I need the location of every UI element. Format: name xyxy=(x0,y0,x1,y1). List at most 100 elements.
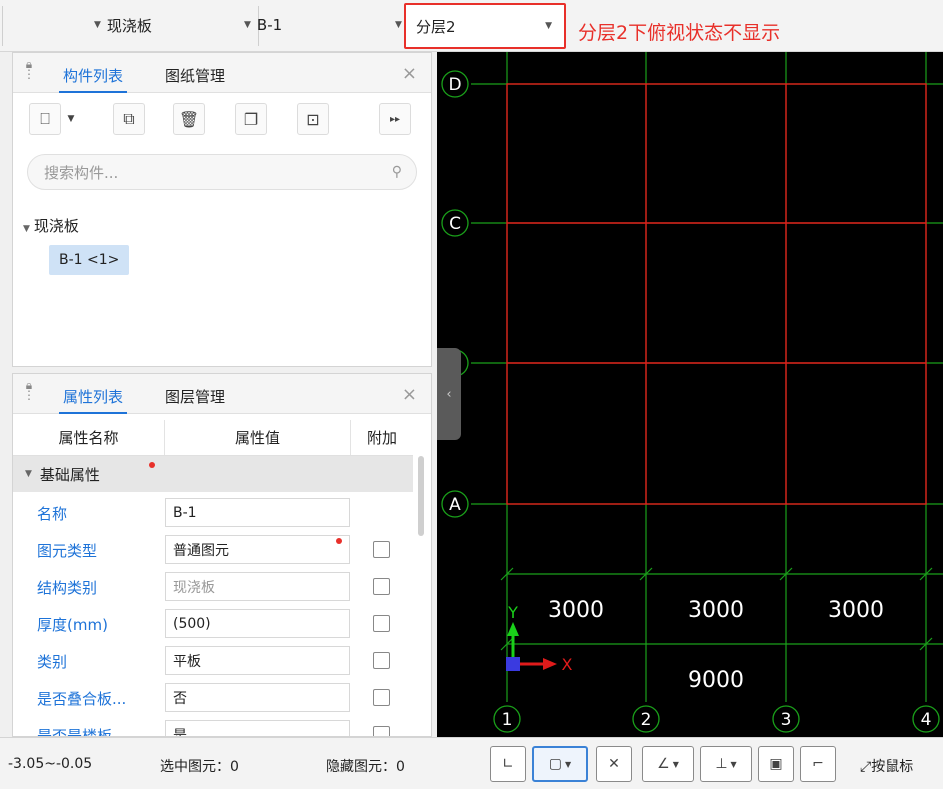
property-value-input[interactable]: 普通图元 xyxy=(165,535,350,564)
dynamic-input-icon[interactable]: ▣ xyxy=(758,746,794,782)
property-table-header: 属性名称 属性值 附加 xyxy=(13,420,413,456)
grid-drawing: D C B A 1 2 3 4 3000 3000 3000 9000 xyxy=(441,52,943,733)
search-input[interactable]: 搜索构件... ⚲ xyxy=(27,154,417,190)
snap-icon[interactable]: ▢ ▼ xyxy=(532,746,588,782)
slab-outline xyxy=(506,83,927,505)
hidden-count: 隐藏图元：0 xyxy=(326,759,405,775)
ucs-x-label: X xyxy=(562,655,573,674)
dimension-text: 3000 xyxy=(548,598,604,623)
chevron-down-icon: ▼ xyxy=(94,20,101,30)
ucs-y-label: Y xyxy=(507,603,518,622)
ortho-icon[interactable]: ∟ xyxy=(490,746,526,782)
toolbar-divider xyxy=(2,6,3,46)
axis-label-2: 2 xyxy=(641,710,652,730)
status-bar: -3.05~-0.05 选中图元：0 隐藏图元：0 ∟ ▢ ▼ ✕ ∠ ▼ ⊥ ▼ ▣… xyxy=(0,737,943,789)
component-toolbar: ⎕ ▼ ⧉ 🗑︎ ❐ ⊡ ▸▸ xyxy=(13,103,433,139)
component-list-panel: 🔒︎ ⋮ 构件列表 图纸管理 × ⎕ ▼ ⧉ 🗑︎ ❐ ⊡ ▸▸ 搜索构件... … xyxy=(12,52,432,367)
type-combo-value: 现浇板 xyxy=(106,16,152,35)
property-name: 名称 xyxy=(37,505,68,523)
expand-icon: ⤢ xyxy=(860,759,872,775)
copy-icon[interactable]: ⧉ xyxy=(113,103,145,135)
extra-checkbox[interactable] xyxy=(373,726,390,736)
axis-label-3: 3 xyxy=(781,710,792,730)
close-icon[interactable]: × xyxy=(402,384,417,405)
search-placeholder: 搜索构件... xyxy=(44,163,119,182)
property-name: 类别 xyxy=(37,653,68,671)
chevron-down-icon: ▼ xyxy=(23,224,30,234)
layer-combo[interactable]: 分层2 ▼ xyxy=(404,3,566,49)
property-value-input[interactable]: 是 xyxy=(165,720,350,736)
search-icon: ⚲ xyxy=(391,164,402,180)
dimension-text: 3000 xyxy=(828,598,884,623)
copy-to-layer-icon[interactable]: ❐ xyxy=(235,103,267,135)
chevron-down-icon: ▼ xyxy=(25,469,32,479)
name-combo[interactable]: ▼ B-1 xyxy=(244,8,394,42)
name-combo-value: B-1 xyxy=(256,16,283,34)
drawing-canvas[interactable]: D C B A 1 2 3 4 3000 3000 3000 9000 xyxy=(437,52,943,737)
property-list-panel: 🔒︎ ⋮ 属性列表 图层管理 × 属性名称 属性值 附加 ▼ 基础属性 名称 B-… xyxy=(12,373,432,737)
header-property-value: 属性值 xyxy=(165,420,351,455)
tab-component-list[interactable]: 构件列表 xyxy=(58,65,128,93)
property-value-input[interactable]: 现浇板 xyxy=(165,572,350,601)
tab-drawing-management[interactable]: 图纸管理 xyxy=(165,65,225,86)
axis-label-a: A xyxy=(449,495,461,515)
cross-icon[interactable]: ✕ xyxy=(596,746,632,782)
header-extra: 附加 xyxy=(366,429,397,447)
tab-property-list[interactable]: 属性列表 xyxy=(58,386,128,414)
tab-layer-management[interactable]: 图层管理 xyxy=(165,386,225,407)
chevron-down-icon[interactable]: ▼ xyxy=(63,103,79,135)
angle-icon[interactable]: ∠ ▼ xyxy=(642,746,694,782)
extra-checkbox[interactable] xyxy=(373,689,390,706)
chevron-down-icon: ▼ xyxy=(545,21,552,31)
offset-icon[interactable]: ⊥ ▼ xyxy=(700,746,752,782)
type-combo[interactable]: ▼ 现浇板 xyxy=(94,8,254,42)
property-value-input[interactable]: 平板 xyxy=(165,646,350,675)
property-value-input[interactable]: 否 xyxy=(165,683,350,712)
property-value-input[interactable]: (500) xyxy=(165,609,350,638)
panel-collapse-handle[interactable]: ‹ xyxy=(437,348,461,440)
dimension-text: 3000 xyxy=(688,598,744,623)
axis-label-d: D xyxy=(448,75,461,95)
property-value-input[interactable]: B-1 xyxy=(165,498,350,527)
polyline-icon[interactable]: ⌐ xyxy=(800,746,836,782)
property-name: 厚度(mm) xyxy=(37,616,108,634)
app-window: ▼ 现浇板 ▼ B-1 ▼ 分层2 ▼ 分层2下俯视状态不显示 🔒︎ ⋮ 构件列表… xyxy=(0,0,943,789)
property-name: 是否叠合板... xyxy=(37,690,127,708)
top-toolbar: ▼ 现浇板 ▼ B-1 ▼ 分层2 ▼ 分层2下俯视状态不显示 xyxy=(0,0,943,52)
tree-node-label: 现浇板 xyxy=(33,217,79,235)
more-icon[interactable]: ▸▸ xyxy=(379,103,411,135)
scrollbar[interactable] xyxy=(418,456,424,536)
axis-label-1: 1 xyxy=(502,710,513,730)
close-icon[interactable]: × xyxy=(402,63,417,84)
snap-mouse-button[interactable]: ⤢按鼠标 xyxy=(860,756,913,776)
extra-checkbox[interactable] xyxy=(373,615,390,632)
group-basic-properties[interactable]: ▼ 基础属性 xyxy=(13,456,413,492)
property-row: 结构类别 现浇板 xyxy=(13,568,413,605)
header-property-name: 属性名称 xyxy=(13,420,165,455)
property-name: 图元类型 xyxy=(37,542,98,560)
delete-icon[interactable]: 🗑︎ xyxy=(173,103,205,135)
chevron-down-icon: ▼ xyxy=(395,20,402,30)
property-row: 厚度(mm) (500) xyxy=(13,605,413,642)
lock-icon[interactable]: 🔒︎ ⋮ xyxy=(23,379,35,401)
tree-item-b1[interactable]: B-1 <1> xyxy=(49,245,130,275)
chevron-left-icon: ‹ xyxy=(446,386,452,402)
modified-dot xyxy=(336,538,342,544)
modified-dot xyxy=(149,462,155,468)
property-name: 是否是楼板 xyxy=(37,727,113,737)
new-component-icon[interactable]: ⎕ xyxy=(29,103,61,135)
extra-checkbox[interactable] xyxy=(373,578,390,595)
property-row: 是否是楼板 是 xyxy=(13,716,413,737)
extra-checkbox[interactable] xyxy=(373,541,390,558)
layer-combo-value: 分层2 xyxy=(416,17,456,36)
extra-checkbox[interactable] xyxy=(373,652,390,669)
panel-header: 🔒︎ ⋮ 属性列表 图层管理 × xyxy=(13,374,431,414)
tree-node-slab[interactable]: ▼ 现浇板 xyxy=(23,215,79,236)
group-label: 基础属性 xyxy=(39,465,100,484)
panel-header: 🔒︎ ⋮ 构件列表 图纸管理 × xyxy=(13,53,431,93)
lock-icon[interactable]: 🔒︎ ⋮ xyxy=(23,58,35,80)
property-row: 是否叠合板... 否 xyxy=(13,679,413,716)
chevron-down-icon: ▼ xyxy=(244,20,251,30)
save-icon[interactable]: ⊡ xyxy=(297,103,329,135)
property-row: 类别 平板 xyxy=(13,642,413,679)
